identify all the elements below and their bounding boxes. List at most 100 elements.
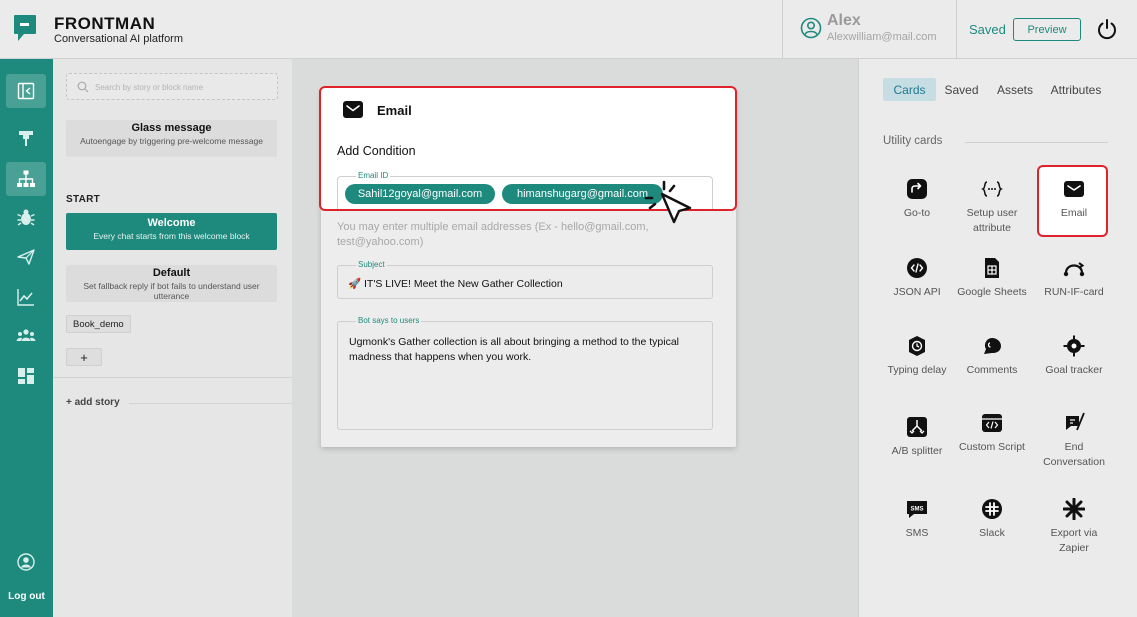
rail-item-cards[interactable] — [6, 121, 46, 155]
custom-script-icon — [982, 414, 1002, 432]
preview-button[interactable]: Preview — [1013, 18, 1081, 41]
goal-tracker-icon — [1063, 335, 1085, 357]
cards-panel: Cards Saved Assets Attributes Utility ca… — [858, 59, 1137, 617]
add-story-link[interactable]: + add story — [66, 397, 120, 408]
utility-card-label: Typing delay — [887, 364, 947, 376]
saved-status: Saved — [969, 22, 1006, 37]
account-circle-icon — [17, 553, 35, 571]
dashboard-grid-icon — [18, 368, 34, 384]
collapse-panel-button[interactable] — [6, 74, 46, 108]
utility-card-slack[interactable]: Slack — [957, 498, 1027, 541]
utility-card-ab-splitter[interactable]: A/B splitter — [882, 416, 952, 459]
utility-card-label: Goal tracker — [1045, 364, 1103, 376]
utility-card-label: Custom Script — [959, 441, 1025, 453]
frontman-logo-icon — [14, 15, 36, 41]
utility-card-label: Go-to — [903, 207, 931, 219]
story-search-box[interactable] — [66, 73, 278, 100]
utility-card-label: SMS — [905, 527, 929, 539]
analytics-chart-icon — [17, 289, 34, 306]
subject-label: Subject — [356, 260, 387, 269]
utility-card-custom-script[interactable]: Custom Script — [957, 412, 1027, 455]
email-chip[interactable]: himanshugarg@gmail.com — [502, 184, 663, 204]
utility-card-label: Google Sheets — [957, 286, 1027, 298]
tab-saved[interactable]: Saved — [939, 78, 984, 101]
utility-card-comments[interactable]: Comments — [957, 335, 1027, 378]
utility-card-label: Setup user attribute — [966, 207, 1018, 234]
utility-card-email[interactable]: Email — [1039, 178, 1109, 221]
app-header: FRONTMAN Conversational AI platform Alex… — [0, 0, 1137, 59]
add-condition-link[interactable]: Add Condition — [337, 144, 416, 158]
utility-card-end-conversation[interactable]: End Conversation — [1039, 412, 1109, 470]
utility-card-sms[interactable]: SMS SMS — [882, 498, 952, 541]
divider — [129, 403, 292, 404]
utility-card-goal-tracker[interactable]: Goal tracker — [1039, 335, 1109, 378]
utility-card-setup-attribute[interactable]: Setup user attribute — [957, 178, 1027, 236]
email-icon — [1064, 181, 1084, 197]
goto-icon — [907, 179, 927, 199]
bot-says-label: Bot says to users — [356, 316, 422, 325]
ab-splitter-icon — [907, 417, 927, 437]
header-divider — [956, 0, 957, 58]
slack-icon — [982, 499, 1002, 519]
utility-card-label: Export via Zapier — [1050, 527, 1098, 554]
block-subtitle: Every chat starts from this welcome bloc… — [93, 231, 250, 241]
bug-icon — [17, 209, 35, 226]
zapier-icon — [1063, 498, 1085, 520]
story-search-input[interactable] — [95, 79, 270, 95]
user-email: Alexwilliam@mail.com — [827, 31, 937, 43]
rail-item-analytics[interactable] — [6, 280, 46, 314]
sms-icon: SMS — [907, 501, 927, 518]
block-book-demo[interactable]: Book_demo — [66, 315, 131, 333]
utility-card-label: Comments — [966, 364, 1018, 376]
email-helper-text: You may enter multiple email addresses (… — [337, 221, 649, 248]
logout-button[interactable] — [6, 545, 46, 579]
utility-card-goto[interactable]: Go-to — [882, 178, 952, 221]
user-avatar-icon[interactable] — [800, 17, 822, 39]
block-glass-message[interactable]: Glass message Autoengage by triggering p… — [66, 120, 277, 157]
block-welcome[interactable]: Welcome Every chat starts from this welc… — [66, 213, 277, 250]
run-if-icon — [1063, 262, 1085, 277]
google-sheets-icon — [985, 258, 999, 278]
utility-card-run-if[interactable]: RUN-IF-card — [1039, 257, 1109, 300]
rail-item-train[interactable] — [6, 201, 46, 235]
utility-card-json-api[interactable]: JSON API — [882, 257, 952, 300]
bot-says-field[interactable]: Bot says to users Ugmonk's Gather collec… — [337, 316, 713, 430]
utility-card-google-sheets[interactable]: Google Sheets — [957, 257, 1027, 300]
utility-cards-heading: Utility cards — [883, 135, 943, 147]
rail-item-flow[interactable] — [6, 162, 46, 196]
block-subtitle: Set fallback reply if bot fails to under… — [83, 281, 260, 301]
flow-tree-icon — [17, 170, 35, 187]
tab-cards[interactable]: Cards — [883, 78, 936, 101]
users-group-icon — [16, 329, 36, 341]
logout-label[interactable]: Log out — [0, 591, 53, 602]
rail-item-users[interactable] — [6, 319, 46, 353]
story-panel: Glass message Autoengage by triggering p… — [53, 59, 292, 617]
brand-title: FRONTMAN — [54, 14, 156, 33]
block-title: Default — [152, 267, 191, 279]
left-nav-rail: Log out — [0, 59, 53, 617]
subject-field[interactable]: Subject 🚀 IT'S LIVE! Meet the New Gather… — [337, 260, 713, 299]
utility-card-label: Email — [1060, 207, 1088, 219]
rail-item-broadcast[interactable] — [6, 240, 46, 274]
email-chip[interactable]: Sahil12goyal@gmail.com — [345, 184, 495, 204]
utility-card-label: End Conversation — [1043, 441, 1105, 468]
subject-value[interactable]: 🚀 IT'S LIVE! Meet the New Gather Collect… — [348, 277, 563, 290]
utility-card-label: Slack — [979, 527, 1005, 539]
bot-says-value[interactable]: Ugmonk's Gather collection is all about … — [349, 335, 689, 365]
tab-attributes[interactable]: Attributes — [1045, 78, 1107, 101]
utility-card-typing-delay[interactable]: Typing delay — [882, 335, 952, 378]
rail-item-dashboard[interactable] — [6, 359, 46, 393]
email-card-title: Email — [377, 103, 412, 118]
add-block-button[interactable]: + — [66, 348, 102, 366]
attribute-icon — [981, 181, 1003, 197]
email-id-label: Email ID — [356, 171, 391, 180]
tab-assets[interactable]: Assets — [991, 78, 1039, 101]
json-api-icon — [907, 258, 927, 278]
block-title: Glass message — [131, 122, 212, 134]
utility-card-zapier[interactable]: Export via Zapier — [1039, 498, 1109, 556]
power-icon[interactable] — [1096, 18, 1118, 40]
collapse-panel-icon — [17, 82, 35, 100]
block-default[interactable]: Default Set fallback reply if bot fails … — [66, 265, 277, 302]
utility-card-label: JSON API — [893, 286, 941, 298]
typing-delay-icon — [909, 336, 925, 356]
